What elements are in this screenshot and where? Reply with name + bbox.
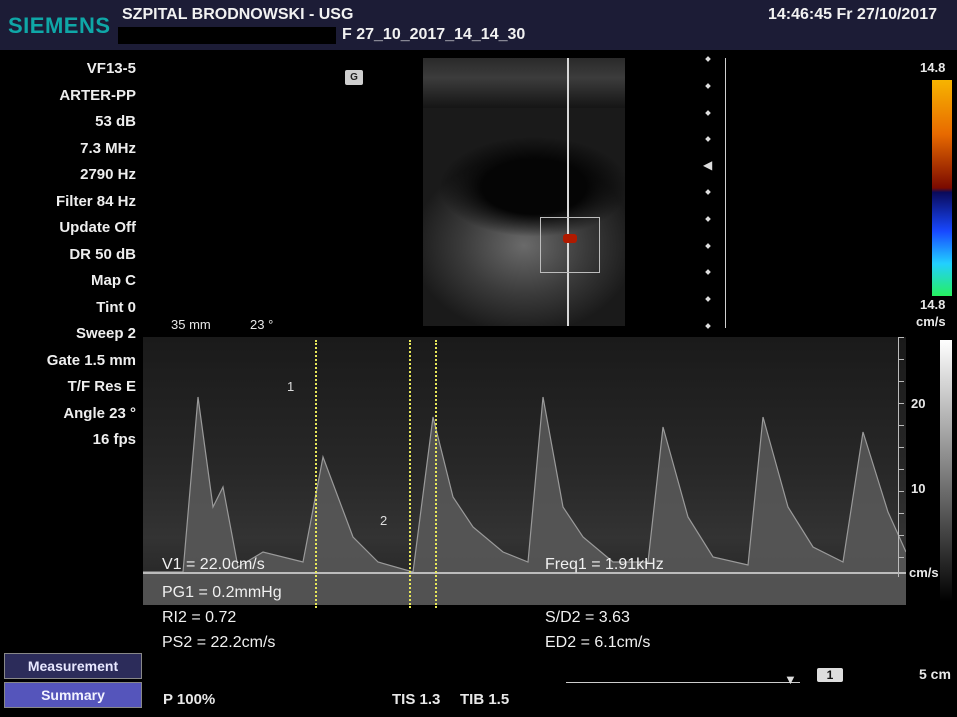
caliper-marker-1: 1 — [287, 379, 295, 394]
focus-marker-icon[interactable]: ◀ — [703, 158, 712, 172]
measure-line-3[interactable] — [435, 340, 437, 608]
doppler-cursor-line[interactable] — [567, 58, 569, 326]
param-frequency: 7.3 MHz — [80, 139, 136, 157]
scale-tick — [899, 403, 904, 404]
brand-logo: SIEMENS — [8, 13, 111, 38]
scale-tick — [899, 447, 904, 448]
measure-ps2: PS2 = 22.2cm/s — [162, 634, 276, 651]
patient-name-redacted — [118, 27, 336, 44]
hospital-name: SZPITAL BRODNOWSKI - USG — [122, 6, 354, 23]
color-scale-min: 14.8 — [920, 297, 946, 312]
tis-index: TIS 1.3 — [392, 691, 441, 708]
study-id: F 27_10_2017_14_14_30 — [342, 26, 526, 43]
param-tf-res: T/F Res E — [67, 378, 136, 395]
param-sweep: Sweep 2 — [75, 325, 136, 342]
scale-tick — [899, 535, 904, 536]
scale-label-20: 20 — [911, 396, 926, 411]
scale-tick — [899, 381, 904, 382]
scale-tick — [899, 359, 904, 360]
param-angle: Angle 23 ° — [63, 404, 136, 422]
depth-dot — [705, 110, 711, 116]
scale-tick — [899, 469, 904, 470]
chevron-down-icon[interactable]: ▼ — [784, 672, 797, 687]
param-tint: Tint 0 — [96, 298, 136, 316]
param-gain: 53 dB — [95, 113, 136, 130]
probe-orientation-icon: G — [345, 70, 363, 85]
scale-indicator: 5 cm — [919, 666, 951, 682]
depth-dot — [705, 83, 711, 89]
bmode-image — [423, 58, 625, 326]
param-probe: VF13-5 — [86, 60, 136, 77]
depth-dot — [705, 243, 711, 249]
power-level: P 100% — [163, 691, 216, 708]
param-prf: 2790 Hz — [80, 166, 136, 183]
color-scale-unit: cm/s — [916, 314, 946, 329]
color-scale-max: 14.8 — [920, 60, 946, 75]
depth-ruler — [725, 58, 726, 328]
summary-button[interactable]: Summary — [4, 682, 142, 708]
measure-ri2: RI2 = 0.72 — [162, 609, 237, 626]
depth-dot — [705, 189, 711, 195]
measure-line-2[interactable] — [409, 340, 411, 608]
param-map: Map C — [91, 272, 136, 289]
depth-dot — [705, 296, 711, 302]
measure-freq1: Freq1 = 1.91kHz — [545, 556, 664, 573]
measure-pg1: PG1 = 0.2mmHg — [162, 584, 282, 601]
param-dynamic-range: DR 50 dB — [69, 245, 136, 263]
image-depth: 35 mm — [171, 317, 211, 332]
scale-unit: cm/s — [909, 565, 939, 580]
datetime: 14:46:45 Fr 27/10/2017 — [767, 6, 937, 23]
scale-tick — [899, 513, 904, 514]
param-filter: Filter 84 Hz — [55, 192, 136, 210]
caliper-marker-2: 2 — [380, 513, 388, 528]
depth-dot — [705, 269, 711, 275]
bmode-near-field — [423, 58, 625, 108]
color-flow-spot — [563, 234, 577, 243]
measure-line-1[interactable] — [315, 340, 317, 608]
scale-tick — [899, 491, 904, 492]
scale-tick — [899, 557, 904, 558]
image-angle: 23 ° — [250, 317, 274, 332]
param-update: Update Off — [59, 219, 136, 236]
depth-dot — [705, 136, 711, 142]
depth-dot — [705, 216, 711, 222]
tib-index: TIB 1.5 — [460, 691, 510, 708]
scale-label-10: 10 — [911, 481, 926, 496]
acquisition-parameters: VF13-5 ARTER-PP 53 dB 7.3 MHz 2790 Hz Fi… — [0, 56, 136, 454]
cine-scrollbar[interactable] — [566, 682, 800, 683]
scale-tick — [899, 337, 904, 338]
measurement-button[interactable]: Measurement — [4, 653, 142, 679]
scale-tick — [899, 425, 904, 426]
color-velocity-bar — [932, 80, 952, 296]
cine-frame-indicator[interactable]: 1 — [817, 668, 843, 682]
depth-dot — [705, 56, 711, 62]
param-fps: 16 fps — [92, 431, 136, 448]
header-bar: SIEMENS SZPITAL BRODNOWSKI - USG F 27_10… — [0, 0, 957, 50]
param-preset: ARTER-PP — [59, 86, 136, 104]
color-roi-box[interactable] — [540, 217, 600, 273]
greyscale-bar — [940, 340, 952, 602]
depth-dot — [705, 323, 711, 329]
param-gate: Gate 1.5 mm — [46, 351, 136, 369]
measure-sd2: S/D2 = 3.63 — [545, 609, 630, 626]
measure-ed2: ED2 = 6.1cm/s — [545, 634, 651, 651]
velocity-scale — [898, 337, 909, 577]
measure-v1: V1 = 22.0cm/s — [162, 556, 265, 573]
